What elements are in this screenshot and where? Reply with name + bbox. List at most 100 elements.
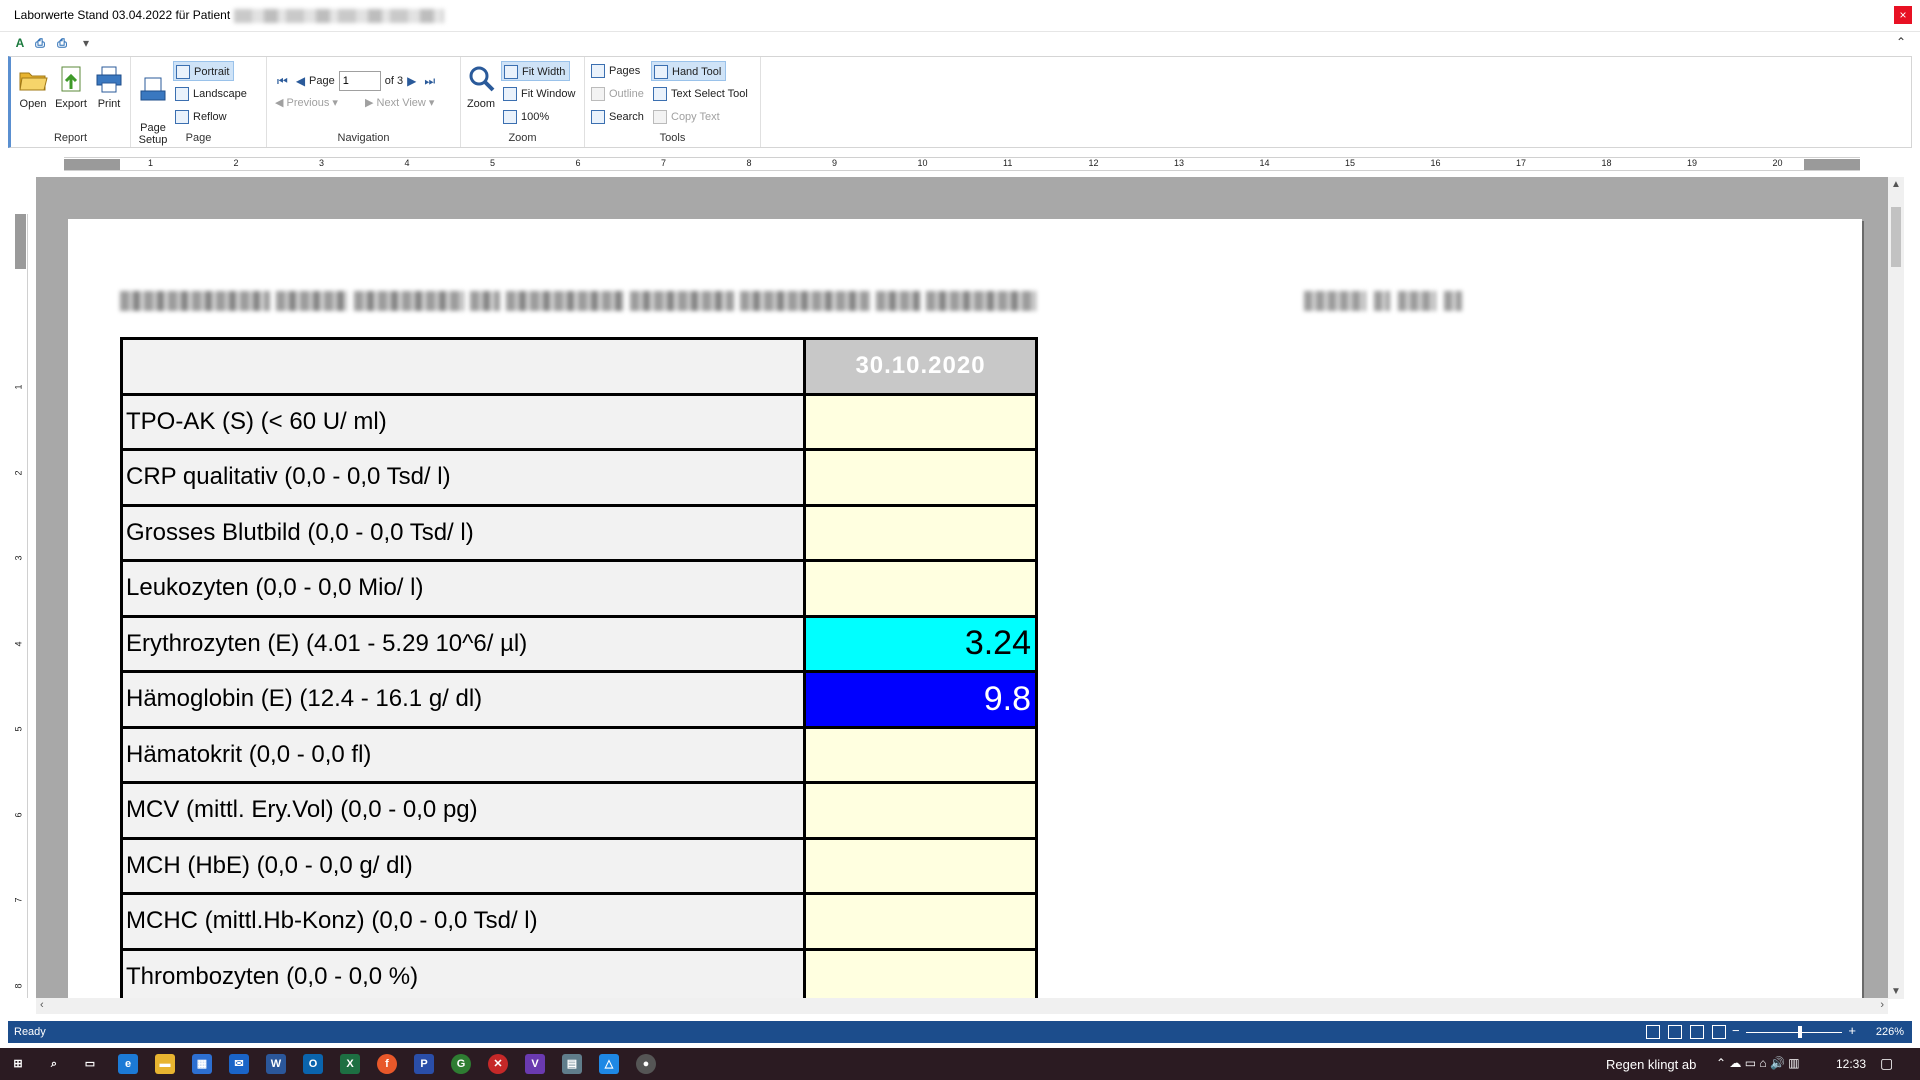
collapse-ribbon-icon[interactable]: ⌃ xyxy=(1896,35,1906,49)
task-view-icon[interactable]: ▭ xyxy=(80,1054,100,1074)
vertical-scrollbar[interactable]: ▲ ▼ xyxy=(1888,177,1904,999)
zoom-slider-thumb[interactable] xyxy=(1798,1026,1802,1038)
parameter-cell: Hämatokrit (0,0 - 0,0 fl) xyxy=(120,725,806,784)
export-button[interactable]: Export xyxy=(53,63,89,110)
back-circle-icon: ◀ xyxy=(275,97,287,109)
outline-button[interactable]: Outline xyxy=(589,84,648,104)
zoom-label: Zoom xyxy=(466,98,496,110)
parameter-cell: CRP qualitativ (0,0 - 0,0 Tsd/ l) xyxy=(120,448,806,507)
parameter-cell: MCV (mittl. Ery.Vol) (0,0 - 0,0 pg) xyxy=(120,781,806,840)
open-button[interactable]: Open xyxy=(15,63,51,110)
reflow-button[interactable]: Reflow xyxy=(173,107,231,127)
file-explorer-icon[interactable]: ▬ xyxy=(155,1054,175,1074)
previous-page-icon[interactable]: ◀ xyxy=(296,74,305,88)
fit-window-button[interactable]: Fit Window xyxy=(501,84,579,104)
previous-view-button[interactable]: ◀ Previous ▾ xyxy=(273,93,342,113)
parameter-cell: Thrombozyten (0,0 - 0,0 %) xyxy=(120,947,806,999)
landscape-button[interactable]: Landscape xyxy=(173,84,251,104)
excel-icon[interactable]: X xyxy=(340,1054,360,1074)
active-app-icon[interactable]: ● xyxy=(636,1054,656,1074)
customize-qat-icon[interactable]: ▾ xyxy=(78,35,94,51)
ruler-tick-label: 5 xyxy=(490,158,496,168)
lab-values-table: 30.10.2020 TPO-AK (S) (< 60 U/ ml) CRP q… xyxy=(120,337,1038,999)
clock[interactable]: 12:33 xyxy=(1836,1057,1866,1071)
ruler-tick-label: 4 xyxy=(404,158,410,168)
hand-icon xyxy=(654,65,668,80)
outlook-icon[interactable]: O xyxy=(303,1054,323,1074)
fit-width-button[interactable]: Fit Width xyxy=(501,61,571,81)
search-button[interactable]: Search xyxy=(589,107,648,127)
scroll-left-icon[interactable]: ‹ xyxy=(40,999,44,1011)
zoom-in-icon[interactable]: + xyxy=(1848,1023,1856,1038)
visual-studio-icon[interactable]: V xyxy=(525,1054,545,1074)
search-label: Search xyxy=(609,111,644,123)
horizontal-scrollbar[interactable]: ‹ › xyxy=(36,998,1888,1014)
ruler-tick-label: 1 xyxy=(13,384,24,390)
system-tray-icons[interactable]: ⌃ ☁ ▭ ⌂ 🔊 ▥ xyxy=(1716,1056,1800,1070)
table-row: Grosses Blutbild (0,0 - 0,0 Tsd/ l) xyxy=(120,503,1038,562)
continuous-view-icon[interactable] xyxy=(1668,1025,1682,1039)
notifications-icon[interactable]: ▢ xyxy=(1880,1055,1893,1072)
windows-start-icon[interactable]: ⊞ xyxy=(8,1054,28,1074)
scroll-down-icon[interactable]: ▼ xyxy=(1891,986,1901,997)
app-triangle-icon[interactable]: △ xyxy=(599,1054,619,1074)
multi-page-view-icon[interactable] xyxy=(1712,1025,1726,1039)
first-page-icon[interactable]: ⏮ xyxy=(277,74,288,89)
app-green-icon[interactable]: G xyxy=(451,1054,471,1074)
close-button[interactable]: × xyxy=(1894,6,1912,24)
open-label: Open xyxy=(19,98,47,110)
search-taskbar-icon[interactable]: ⌕ xyxy=(44,1054,64,1074)
parameter-cell: Grosses Blutbild (0,0 - 0,0 Tsd/ l) xyxy=(120,503,806,562)
print-button[interactable]: Print xyxy=(91,63,127,110)
weather-text[interactable]: Regen klingt ab xyxy=(1606,1057,1696,1072)
mail-icon[interactable]: ✉ xyxy=(229,1054,249,1074)
report-group: Open Export Print Report xyxy=(11,57,131,147)
ruler-tick-label: 16 xyxy=(1430,158,1441,168)
edge-icon[interactable]: e xyxy=(118,1054,138,1074)
text-select-icon xyxy=(653,87,667,102)
redacted-patient-name xyxy=(234,8,445,23)
table-row: MCH (HbE) (0,0 - 0,0 g/ dl) xyxy=(120,836,1038,895)
page-number-input[interactable] xyxy=(338,71,381,91)
last-page-icon[interactable]: ⏭ xyxy=(424,74,435,89)
document-viewport[interactable]: 30.10.2020 TPO-AK (S) (< 60 U/ ml) CRP q… xyxy=(36,177,1892,999)
zoom-button[interactable]: Zoom xyxy=(463,63,499,110)
next-view-button[interactable]: ▶ Next View ▾ xyxy=(363,93,438,113)
word-icon[interactable]: W xyxy=(266,1054,286,1074)
next-page-icon[interactable]: ▶ xyxy=(407,74,416,88)
single-page-view-icon[interactable] xyxy=(1646,1025,1660,1039)
table-row: Hämatokrit (0,0 - 0,0 fl) xyxy=(120,725,1038,784)
scroll-right-icon[interactable]: › xyxy=(1880,999,1884,1011)
scroll-up-icon[interactable]: ▲ xyxy=(1891,179,1901,190)
zoom-slider-track[interactable] xyxy=(1746,1032,1842,1033)
text-select-tool-button[interactable]: Text Select Tool xyxy=(651,84,752,104)
portrait-button[interactable]: Portrait xyxy=(173,61,235,81)
copy-text-button[interactable]: Copy Text xyxy=(651,107,724,127)
hand-tool-button[interactable]: Hand Tool xyxy=(651,61,727,81)
ruler-right-margin xyxy=(1804,159,1860,170)
page-count-label: of 3 xyxy=(384,75,404,87)
zoom-slider[interactable]: − + xyxy=(1732,1023,1856,1040)
print-preview-icon[interactable]: ⎙ xyxy=(32,35,48,51)
pages-button[interactable]: Pages xyxy=(589,61,644,81)
parameter-cell: MCH (HbE) (0,0 - 0,0 g/ dl) xyxy=(120,836,806,895)
remote-desktop-icon[interactable]: ▤ xyxy=(562,1054,582,1074)
print-preview-alt-icon[interactable]: ⎙ xyxy=(54,35,70,51)
view-mode-buttons xyxy=(1646,1025,1726,1039)
taskbar: ⊞ ⌕ ▭ e ▬ ▦ ✉ W O X f P G ✕ V ▤ △ ● Rege… xyxy=(0,1048,1920,1080)
portrait-icon xyxy=(176,65,190,80)
zoom-out-icon[interactable]: − xyxy=(1732,1023,1740,1038)
app-red-icon[interactable]: ✕ xyxy=(488,1054,508,1074)
app-taskbar-icon[interactable]: P xyxy=(414,1054,434,1074)
ruler-tick-label: 20 xyxy=(1772,158,1783,168)
outline-label: Outline xyxy=(609,88,644,100)
firefox-icon[interactable]: f xyxy=(377,1054,397,1074)
zoom-100-button[interactable]: 100% xyxy=(501,107,553,127)
facing-view-icon[interactable] xyxy=(1690,1025,1704,1039)
vertical-scroll-thumb[interactable] xyxy=(1891,207,1901,267)
window-title: Laborwerte Stand 03.04.2022 für Patient xyxy=(14,8,445,23)
parameter-cell: MCHC (mittl.Hb-Konz) (0,0 - 0,0 Tsd/ l) xyxy=(120,892,806,951)
page-group: Page Setup Portrait Landscape Reflow Pag… xyxy=(131,57,267,147)
store-icon[interactable]: ▦ xyxy=(192,1054,212,1074)
page-label: Page xyxy=(309,75,335,87)
